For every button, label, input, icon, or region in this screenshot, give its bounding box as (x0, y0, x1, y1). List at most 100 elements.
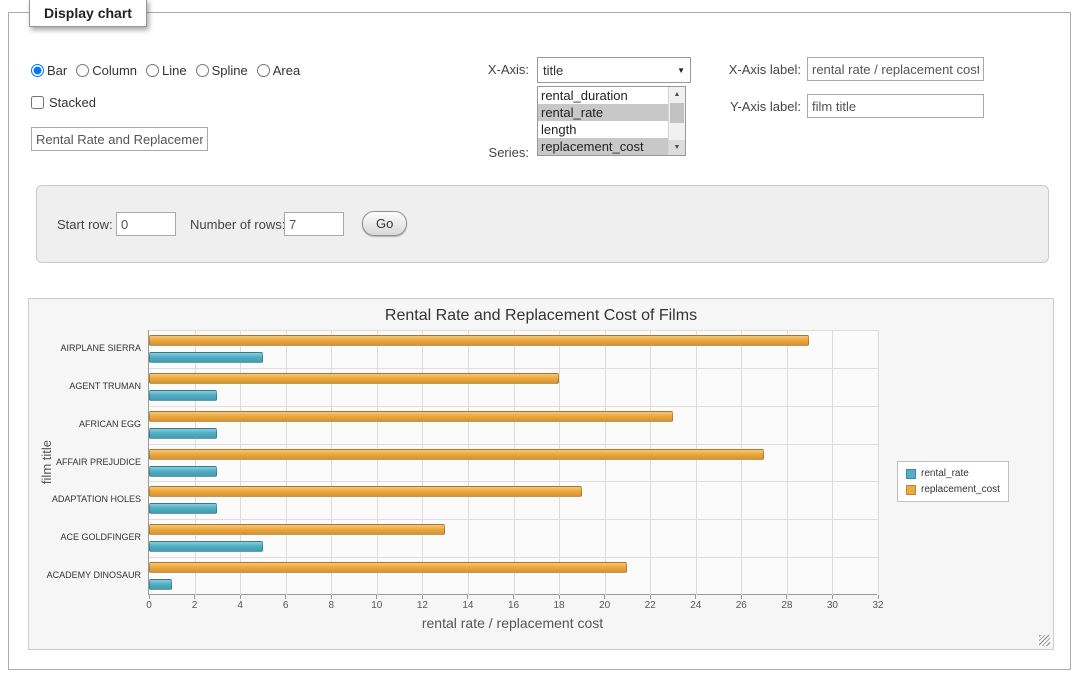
chart-type-option-line[interactable]: Line (146, 63, 187, 78)
legend-swatch (906, 469, 916, 479)
bar-replacement_cost (149, 524, 445, 535)
plot-area: 02468101214161820222426283032AIRPLANE SI… (148, 330, 877, 595)
x-tick-label: 4 (220, 600, 260, 611)
start-row-input[interactable] (116, 212, 176, 236)
bar-replacement_cost (149, 373, 559, 384)
gridline (787, 330, 788, 595)
legend-label: rental_rate (921, 468, 969, 479)
gridline (195, 330, 196, 595)
bar-rental_rate (149, 428, 217, 439)
x-tick-label: 22 (630, 600, 670, 611)
category-label: ACADEMY DINOSAUR (27, 570, 141, 580)
x-axis-title: rental rate / replacement cost (148, 615, 877, 631)
chart-type-radio-line[interactable] (146, 64, 159, 77)
x-tick-label: 32 (858, 600, 898, 611)
stacked-label: Stacked (49, 95, 96, 110)
gridline (149, 557, 878, 558)
tick-mark (149, 595, 150, 599)
go-button[interactable]: Go (362, 211, 407, 236)
chart-title-input[interactable] (31, 127, 208, 151)
gridline (377, 330, 378, 595)
chart-type-option-bar[interactable]: Bar (31, 63, 67, 78)
tick-mark (604, 595, 605, 599)
chart-type-radio-area[interactable] (257, 64, 270, 77)
tick-mark (513, 595, 514, 599)
x-tick-label: 10 (357, 600, 397, 611)
tick-mark (285, 595, 286, 599)
stacked-checkbox-row[interactable]: Stacked (31, 95, 96, 110)
chart-type-label: Column (92, 63, 137, 78)
chart-type-label: Line (162, 63, 187, 78)
gridline (286, 330, 287, 595)
x-tick-label: 28 (767, 600, 807, 611)
tick-mark (331, 595, 332, 599)
legend-swatch (906, 485, 916, 495)
bar-replacement_cost (149, 449, 764, 460)
panel-title-text: Display chart (44, 5, 132, 21)
chart-type-radio-spline[interactable] (196, 64, 209, 77)
tick-mark (467, 595, 468, 599)
legend-item-rental_rate[interactable]: rental_rate (906, 468, 1000, 479)
category-label: AGENT TRUMAN (27, 381, 141, 391)
series-option-length[interactable]: length (538, 121, 668, 138)
tick-mark (695, 595, 696, 599)
gridline (741, 330, 742, 595)
number-of-rows-input[interactable] (284, 212, 344, 236)
category-label: AFRICAN EGG (27, 419, 141, 429)
y-axis-label-caption: Y-Axis label: (649, 94, 801, 120)
x-tick-label: 2 (175, 600, 215, 611)
x-tick-label: 18 (539, 600, 579, 611)
bar-replacement_cost (149, 411, 673, 422)
x-tick-label: 0 (129, 600, 169, 611)
chart-type-option-column[interactable]: Column (76, 63, 137, 78)
tick-mark (194, 595, 195, 599)
legend-item-replacement_cost[interactable]: replacement_cost (906, 484, 1000, 495)
gridline (650, 330, 651, 595)
gridline (514, 330, 515, 595)
bar-rental_rate (149, 466, 217, 477)
number-of-rows-label: Number of rows: (190, 212, 285, 238)
gridline (149, 519, 878, 520)
bar-rental_rate (149, 352, 263, 363)
chart-type-option-area[interactable]: Area (257, 63, 300, 78)
x-tick-label: 24 (676, 600, 716, 611)
x-tick-label: 16 (494, 600, 534, 611)
y-axis-label-input[interactable] (807, 94, 984, 118)
x-tick-label: 26 (721, 600, 761, 611)
chart-type-label: Spline (212, 63, 248, 78)
x-tick-label: 8 (311, 600, 351, 611)
panel-title: Display chart (29, 0, 147, 27)
chart-type-radio-bar[interactable] (31, 64, 44, 77)
chart-type-label: Area (273, 63, 300, 78)
gridline (149, 406, 878, 407)
stacked-checkbox[interactable] (31, 96, 44, 109)
gridline (468, 330, 469, 595)
bar-rental_rate (149, 390, 217, 401)
resize-handle-icon[interactable] (1039, 635, 1050, 646)
gridline (149, 481, 878, 482)
tick-mark (422, 595, 423, 599)
gridline (605, 330, 606, 595)
legend-label: replacement_cost (921, 484, 1000, 495)
gridline (878, 330, 879, 595)
chart-type-option-spline[interactable]: Spline (196, 63, 248, 78)
start-row-label: Start row: (57, 212, 113, 238)
gridline (149, 330, 878, 331)
gridline (149, 444, 878, 445)
tick-mark (786, 595, 787, 599)
gridline (696, 330, 697, 595)
chart-legend: rental_rate replacement_cost (897, 461, 1009, 502)
x-tick-label: 6 (266, 600, 306, 611)
gridline (832, 330, 833, 595)
category-label: AFFAIR PREJUDICE (27, 457, 141, 467)
series-option-replacement_cost[interactable]: replacement_cost (538, 138, 668, 155)
x-tick-label: 30 (812, 600, 852, 611)
rows-panel: Start row: Number of rows: Go (36, 185, 1049, 263)
tick-mark (376, 595, 377, 599)
tick-mark (559, 595, 560, 599)
x-axis-label-input[interactable] (807, 57, 984, 81)
tick-mark (240, 595, 241, 599)
scroll-down-icon[interactable]: ▼ (669, 140, 685, 155)
chart-type-radio-column[interactable] (76, 64, 89, 77)
bar-replacement_cost (149, 562, 627, 573)
